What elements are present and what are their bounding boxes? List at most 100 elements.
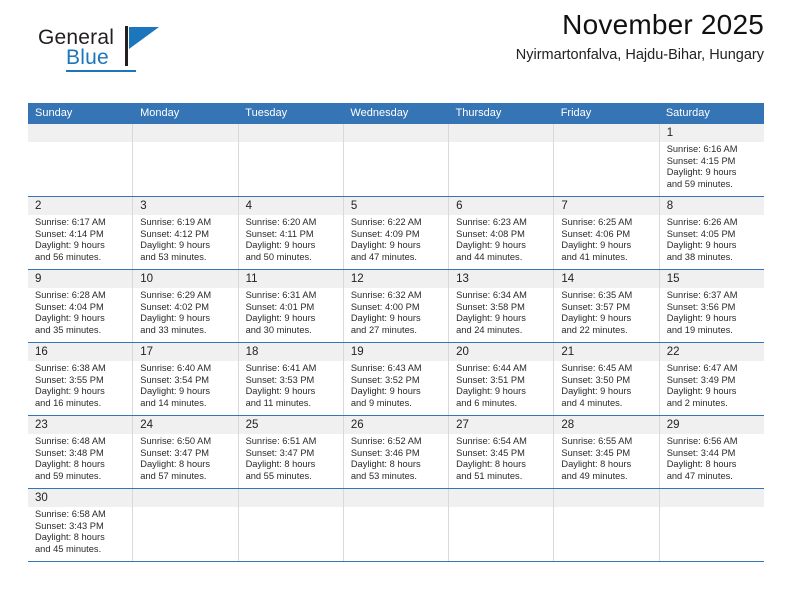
sun-info-block: Sunrise: 6:22 AM Sunset: 4:09 PM Daylight:… — [344, 215, 448, 263]
calendar-grid: Sunday Monday Tuesday Wednesday Thursday… — [28, 103, 764, 562]
calendar-day-cell[interactable]: 5 Sunrise: 6:22 AM Sunset: 4:09 PM Daylight… — [343, 197, 450, 269]
day-number-band — [28, 124, 133, 142]
sun-info-block: Sunrise: 6:48 AM Sunset: 3:48 PM Daylight:… — [28, 434, 132, 482]
day-number-band: 7 — [554, 197, 659, 215]
day-number: 18 — [245, 346, 259, 358]
sunset-line: Sunset: 3:43 PM — [35, 520, 104, 531]
sunrise-line: Sunrise: 6:51 AM — [245, 436, 317, 446]
day-number: 4 — [245, 200, 252, 212]
calendar-day-cell[interactable]: 14 Sunrise: 6:35 AM Sunset: 3:57 PM Dayligh… — [554, 270, 660, 342]
daylight-line-cont: and 16 minutes. — [35, 397, 102, 408]
calendar-cell-empty — [554, 124, 660, 196]
sun-info-block: Sunrise: 6:17 AM Sunset: 4:14 PM Daylight:… — [28, 215, 132, 263]
calendar-day-cell[interactable]: 22 Sunrise: 6:47 AM Sunset: 3:49 PM Dayligh… — [659, 343, 764, 415]
daylight-line: Daylight: 9 hours — [35, 313, 105, 324]
daylight-line: Daylight: 9 hours — [140, 386, 211, 397]
calendar-day-cell[interactable]: 13 Sunrise: 6:34 AM Sunset: 3:58 PM Dayligh… — [449, 270, 555, 342]
day-number-band: 21 — [554, 343, 659, 361]
day-number-band: 20 — [449, 343, 554, 361]
sun-info-block: Sunrise: 6:43 AM Sunset: 3:52 PM Daylight:… — [344, 361, 448, 409]
sunset-line: Sunset: 3:53 PM — [245, 374, 315, 385]
day-number-band: 12 — [343, 270, 449, 288]
calendar-day-cell[interactable]: 23 Sunrise: 6:48 AM Sunset: 3:48 PM Dayligh… — [28, 416, 134, 488]
calendar-day-cell[interactable]: 30 Sunrise: 6:58 AM Sunset: 3:43 PM Dayligh… — [28, 489, 134, 561]
sunset-line: Sunset: 3:51 PM — [456, 374, 525, 385]
calendar-day-cell[interactable]: 28 Sunrise: 6:55 AM Sunset: 3:45 PM Dayligh… — [554, 416, 660, 488]
daylight-line-cont: and 45 minutes. — [35, 543, 102, 554]
sunset-line: Sunset: 3:57 PM — [561, 301, 631, 312]
general-blue-logo[interactable]: General Blue — [38, 26, 168, 74]
calendar-day-cell[interactable]: 8 Sunrise: 6:26 AM Sunset: 4:05 PM Daylight… — [659, 197, 764, 269]
page-title: November 2025 — [562, 9, 764, 40]
day-number-band: 11 — [238, 270, 343, 288]
daylight-line-cont: and 4 minutes. — [561, 397, 623, 408]
sunrise-line: Sunrise: 6:20 AM — [245, 217, 317, 227]
sunset-line: Sunset: 3:58 PM — [456, 301, 525, 312]
sunset-line: Sunset: 4:06 PM — [561, 228, 631, 239]
calendar-day-cell[interactable]: 12 Sunrise: 6:32 AM Sunset: 4:00 PM Dayligh… — [343, 270, 450, 342]
day-number-band: 2 — [28, 197, 133, 215]
sunrise-line: Sunrise: 6:31 AM — [245, 290, 317, 300]
daylight-line-cont: and 33 minutes. — [140, 324, 207, 335]
calendar-day-cell[interactable]: 29 Sunrise: 6:56 AM Sunset: 3:44 PM Dayligh… — [659, 416, 764, 488]
daylight-line: Daylight: 8 hours — [35, 532, 105, 543]
calendar-day-cell[interactable]: 24 Sunrise: 6:50 AM Sunset: 3:47 PM Dayligh… — [133, 416, 239, 488]
sun-info-block — [449, 507, 553, 509]
calendar-day-cell[interactable]: 18 Sunrise: 6:41 AM Sunset: 3:53 PM Dayligh… — [238, 343, 344, 415]
sun-info-block: Sunrise: 6:54 AM Sunset: 3:45 PM Daylight:… — [449, 434, 553, 482]
sunset-line: Sunset: 4:05 PM — [666, 228, 736, 239]
weekday-header-friday: Friday — [560, 107, 592, 119]
calendar-day-cell[interactable]: 17 Sunrise: 6:40 AM Sunset: 3:54 PM Dayligh… — [133, 343, 239, 415]
calendar-day-cell[interactable]: 15 Sunrise: 6:37 AM Sunset: 3:56 PM Dayligh… — [659, 270, 764, 342]
calendar-day-cell[interactable]: 16 Sunrise: 6:38 AM Sunset: 3:55 PM Dayligh… — [28, 343, 134, 415]
sunset-line: Sunset: 4:04 PM — [35, 301, 104, 312]
day-number-band — [554, 124, 659, 142]
day-number: 12 — [350, 273, 364, 285]
day-number-band: 29 — [659, 416, 764, 434]
daylight-line-cont: and 19 minutes. — [666, 324, 733, 335]
day-number-band: 10 — [133, 270, 238, 288]
day-number-band: 9 — [28, 270, 133, 288]
weekday-header-row: Sunday Monday Tuesday Wednesday Thursday… — [28, 103, 764, 124]
day-number-band: 25 — [238, 416, 343, 434]
calendar-day-cell[interactable]: 25 Sunrise: 6:51 AM Sunset: 3:47 PM Dayligh… — [238, 416, 344, 488]
daylight-line: Daylight: 9 hours — [666, 167, 737, 178]
daylight-line: Daylight: 8 hours — [666, 459, 737, 470]
calendar-day-cell[interactable]: 4 Sunrise: 6:20 AM Sunset: 4:11 PM Daylight… — [238, 197, 344, 269]
calendar-day-cell[interactable]: 1 Sunrise: 6:16 AM Sunset: 4:15 PM Daylight… — [659, 124, 764, 196]
sun-info-block: Sunrise: 6:29 AM Sunset: 4:02 PM Daylight:… — [133, 288, 237, 336]
calendar-day-cell[interactable]: 3 Sunrise: 6:19 AM Sunset: 4:12 PM Daylight… — [133, 197, 239, 269]
sun-info-block: Sunrise: 6:47 AM Sunset: 3:49 PM Daylight:… — [660, 361, 764, 409]
sun-info-block: Sunrise: 6:44 AM Sunset: 3:51 PM Daylight:… — [449, 361, 553, 409]
calendar-day-cell[interactable]: 11 Sunrise: 6:31 AM Sunset: 4:01 PM Dayligh… — [238, 270, 344, 342]
calendar-day-cell[interactable]: 21 Sunrise: 6:45 AM Sunset: 3:50 PM Dayligh… — [554, 343, 660, 415]
calendar-day-cell[interactable]: 10 Sunrise: 6:29 AM Sunset: 4:02 PM Dayligh… — [133, 270, 239, 342]
calendar-day-cell[interactable]: 7 Sunrise: 6:25 AM Sunset: 4:06 PM Daylight… — [554, 197, 660, 269]
day-number-band: 22 — [659, 343, 764, 361]
daylight-line-cont: and 6 minutes. — [456, 397, 518, 408]
sunrise-line: Sunrise: 6:25 AM — [561, 217, 633, 227]
calendar-day-cell[interactable]: 9 Sunrise: 6:28 AM Sunset: 4:04 PM Daylight… — [28, 270, 134, 342]
logo-text-blue: Blue — [66, 46, 109, 69]
calendar-day-cell[interactable]: 6 Sunrise: 6:23 AM Sunset: 4:08 PM Daylight… — [449, 197, 555, 269]
calendar-day-cell[interactable]: 19 Sunrise: 6:43 AM Sunset: 3:52 PM Dayligh… — [343, 343, 450, 415]
calendar-day-cell[interactable]: 27 Sunrise: 6:54 AM Sunset: 3:45 PM Dayligh… — [449, 416, 555, 488]
sunrise-line: Sunrise: 6:29 AM — [140, 290, 212, 300]
day-number: 28 — [561, 419, 575, 431]
sun-info-block: Sunrise: 6:26 AM Sunset: 4:05 PM Daylight:… — [660, 215, 764, 263]
sunset-line: Sunset: 4:00 PM — [350, 301, 420, 312]
calendar-day-cell[interactable]: 20 Sunrise: 6:44 AM Sunset: 3:51 PM Dayligh… — [449, 343, 555, 415]
sunset-line: Sunset: 4:15 PM — [666, 155, 736, 166]
sunset-line: Sunset: 4:02 PM — [140, 301, 210, 312]
calendar-cell-empty — [659, 489, 764, 561]
calendar-day-cell[interactable]: 26 Sunrise: 6:52 AM Sunset: 3:46 PM Dayligh… — [343, 416, 450, 488]
day-number-band: 1 — [659, 124, 764, 142]
daylight-line: Daylight: 9 hours — [561, 386, 632, 397]
weekday-header-thursday: Thursday — [455, 107, 502, 119]
day-number-band: 27 — [449, 416, 554, 434]
calendar-week-row: 9 Sunrise: 6:28 AM Sunset: 4:04 PM Daylight… — [28, 269, 764, 342]
day-number: 16 — [35, 346, 48, 358]
day-number-band: 17 — [133, 343, 238, 361]
calendar-day-cell[interactable]: 2 Sunrise: 6:17 AM Sunset: 4:14 PM Daylight… — [28, 197, 134, 269]
sun-info-block: Sunrise: 6:28 AM Sunset: 4:04 PM Daylight:… — [28, 288, 132, 336]
